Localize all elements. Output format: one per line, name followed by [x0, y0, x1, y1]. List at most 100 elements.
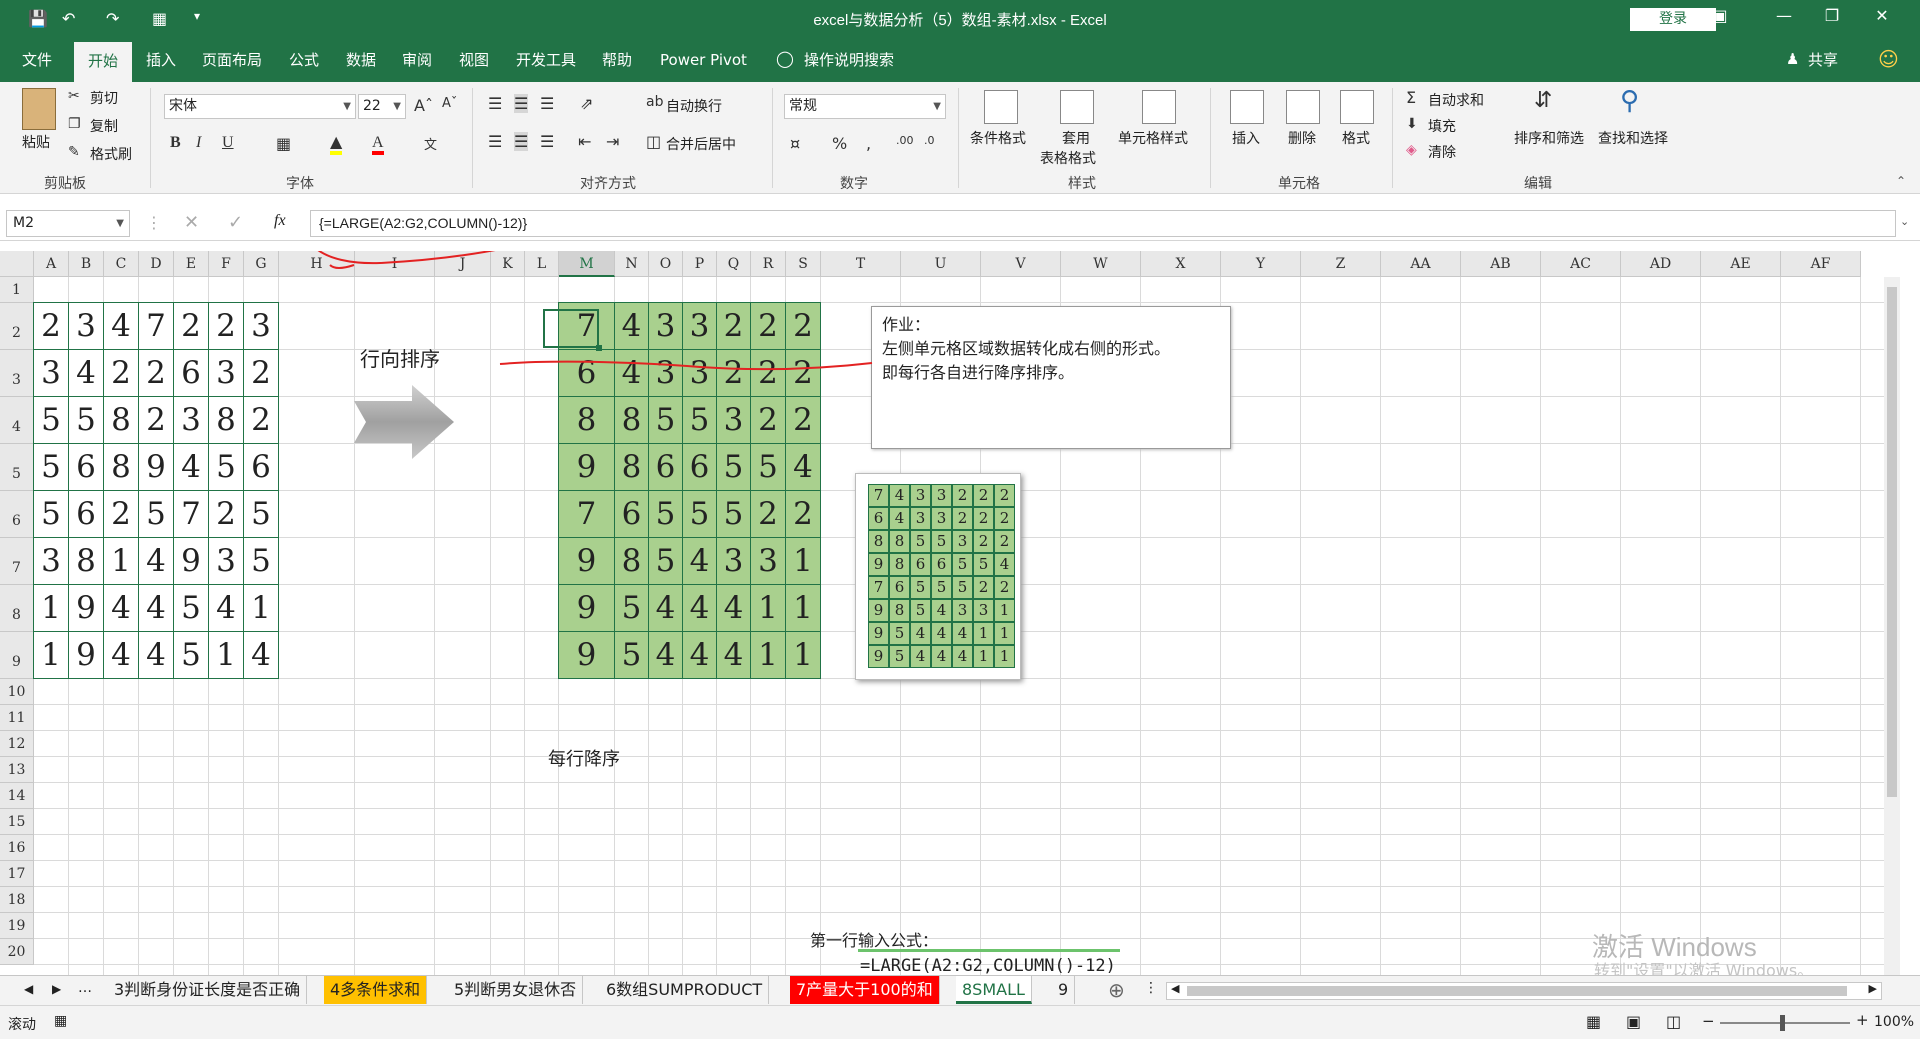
sheet-tab[interactable]: 4多条件求和 [324, 976, 428, 1004]
name-box[interactable]: M2 ▼ [6, 210, 130, 237]
tab-data[interactable]: 数据 [342, 38, 380, 82]
zoom-level[interactable]: 100% [1874, 1014, 1914, 1030]
horizontal-scroll-thumb[interactable] [1187, 986, 1847, 996]
collapse-ribbon-icon[interactable]: ⌃ [1896, 174, 1906, 188]
sort-filter-button[interactable]: 排序和筛选 [1514, 128, 1584, 148]
wrap-text-button[interactable]: 自动换行 [666, 96, 722, 116]
tab-help[interactable]: 帮助 [598, 38, 636, 82]
cell-styles-button[interactable]: 单元格样式 [1118, 128, 1188, 148]
tab-file[interactable]: 文件 [18, 38, 56, 82]
number-format-combo[interactable]: 常规 ▼ [784, 94, 946, 119]
zoom-out-icon[interactable]: − [1702, 1012, 1715, 1030]
cut-button[interactable]: 剪切 [90, 88, 118, 108]
italic-button[interactable]: I [196, 134, 201, 152]
formula-input[interactable]: {=LARGE(A2:G2,COLUMN()-12)} [310, 210, 1896, 237]
next-sheet-icon[interactable]: ▶ [52, 982, 61, 996]
cancel-icon[interactable]: ✕ [184, 212, 199, 233]
fill-button[interactable]: 填充 [1428, 116, 1456, 136]
merge-center-button[interactable]: 合并后居中 [666, 134, 736, 154]
decrease-font-icon[interactable]: Aˇ [442, 96, 457, 111]
align-center-icon[interactable]: ☰ [514, 132, 529, 151]
normal-view-icon[interactable]: ▦ [1586, 1012, 1601, 1031]
comma-icon[interactable]: , [866, 134, 871, 153]
delete-cells-button[interactable]: 删除 [1288, 128, 1316, 148]
bold-button[interactable]: B [170, 134, 181, 152]
tab-developer[interactable]: 开发工具 [512, 38, 580, 82]
font-size-combo[interactable]: 22 ▼ [358, 94, 406, 119]
table-format-line1[interactable]: 套用 [1062, 128, 1090, 148]
tab-formulas[interactable]: 公式 [285, 38, 323, 82]
copy-button[interactable]: 复制 [90, 116, 118, 136]
clipboard-icon[interactable] [22, 88, 56, 130]
macro-record-icon[interactable]: ▦ [54, 1013, 67, 1029]
increase-decimal-icon[interactable]: .00 [896, 134, 914, 147]
close-icon[interactable]: ✕ [1862, 6, 1902, 25]
align-right-icon[interactable]: ☰ [540, 132, 554, 151]
font-name-combo[interactable]: 宋体 ▼ [164, 94, 356, 119]
underline-button[interactable]: U [222, 134, 234, 152]
worksheet-grid[interactable]: A B C D E F G H I J K L M N O P Q R S T U V W X Y Z AA AB AC AD AE AF 1… [0, 251, 1900, 975]
borders-icon[interactable]: ▦ [276, 134, 291, 153]
align-middle-icon[interactable]: ☰ [514, 94, 529, 113]
tab-view[interactable]: 视图 [455, 38, 493, 82]
table-format-line2[interactable]: 表格格式 [1040, 148, 1096, 168]
sheet-tab[interactable]: 8SMALL [956, 976, 1032, 1004]
sheet-tab[interactable]: 6数组SUMPRODUCT [600, 976, 770, 1004]
scroll-left-icon[interactable]: ◀ [1171, 982, 1179, 995]
format-cells-button[interactable]: 格式 [1342, 128, 1370, 148]
tab-page-layout[interactable]: 页面布局 [198, 38, 266, 82]
increase-indent-icon[interactable]: ⇥ [606, 132, 619, 151]
percent-icon[interactable]: % [832, 134, 847, 153]
expand-formula-icon[interactable]: ⌄ [1900, 215, 1909, 228]
insert-cells-button[interactable]: 插入 [1232, 128, 1260, 148]
font-color-icon[interactable]: A [372, 132, 384, 155]
paste-button[interactable]: 粘贴 [22, 132, 50, 152]
font-name-value: 宋体 [169, 98, 197, 114]
zoom-in-icon[interactable]: + [1856, 1011, 1869, 1029]
confirm-icon[interactable]: ✓ [228, 212, 243, 233]
add-sheet-icon[interactable]: ⊕ [1108, 978, 1125, 1002]
page-layout-view-icon[interactable]: ▣ [1626, 1012, 1641, 1031]
vertical-scroll-thumb[interactable] [1887, 287, 1897, 797]
phonetic-icon[interactable]: 文 [424, 134, 437, 153]
format-painter-button[interactable]: 格式刷 [90, 144, 132, 164]
prev-sheet-icon[interactable]: ◀ [24, 982, 33, 996]
decrease-indent-icon[interactable]: ⇤ [578, 132, 591, 151]
restore-icon[interactable]: ❐ [1812, 6, 1852, 25]
tab-review[interactable]: 审阅 [398, 38, 436, 82]
clear-button[interactable]: 清除 [1428, 142, 1456, 162]
tab-home[interactable]: 开始 [74, 42, 133, 82]
sheet-tab[interactable]: 7产量大于100的和 [790, 976, 940, 1004]
align-bottom-icon[interactable]: ☰ [540, 94, 554, 113]
zoom-slider-thumb[interactable] [1780, 1015, 1785, 1031]
autosum-button[interactable]: 自动求和 [1428, 90, 1484, 110]
zoom-slider[interactable] [1720, 1015, 1850, 1031]
insert-function-icon[interactable]: fx [274, 212, 286, 230]
align-left-icon[interactable]: ☰ [488, 132, 502, 151]
tab-power-pivot[interactable]: Power Pivot [656, 38, 751, 82]
smiley-icon[interactable]: ☺ [1878, 47, 1899, 71]
decrease-decimal-icon[interactable]: .0 [924, 134, 935, 147]
increase-font-icon[interactable]: Aˆ [414, 96, 433, 115]
scroll-right-icon[interactable]: ▶ [1869, 982, 1877, 995]
currency-icon[interactable]: ¤ [790, 134, 800, 153]
share-button[interactable]: 共享 [1804, 38, 1842, 82]
tell-me-search[interactable]: 操作说明搜索 [800, 38, 898, 82]
eraser-icon: ◈ [1406, 142, 1417, 158]
page-break-view-icon[interactable]: ◫ [1666, 1012, 1681, 1031]
activation-watermark-sub: 转到"设置"以激活 Windows。 [1594, 961, 1814, 975]
orientation-icon[interactable]: ⇗ [580, 94, 593, 113]
horizontal-scrollbar[interactable]: ◀ ▶ [1166, 982, 1882, 1000]
more-sheets-icon[interactable]: … [78, 980, 92, 996]
ribbon-display-icon[interactable]: ▣ [1700, 6, 1740, 25]
align-top-icon[interactable]: ☰ [488, 94, 502, 113]
vertical-scrollbar[interactable] [1884, 277, 1900, 975]
sheet-tab[interactable]: 9 [1052, 976, 1076, 1004]
tab-insert[interactable]: 插入 [142, 38, 180, 82]
sheet-tab[interactable]: 3判断身份证长度是否正确 [108, 976, 308, 1004]
fill-color-icon[interactable]: ▲ [330, 132, 343, 155]
minimize-icon[interactable]: — [1764, 6, 1804, 25]
conditional-format-button[interactable]: 条件格式 [970, 128, 1026, 148]
sheet-tab[interactable]: 5判断男女退休否 [448, 976, 584, 1004]
find-select-button[interactable]: 查找和选择 [1598, 128, 1668, 148]
